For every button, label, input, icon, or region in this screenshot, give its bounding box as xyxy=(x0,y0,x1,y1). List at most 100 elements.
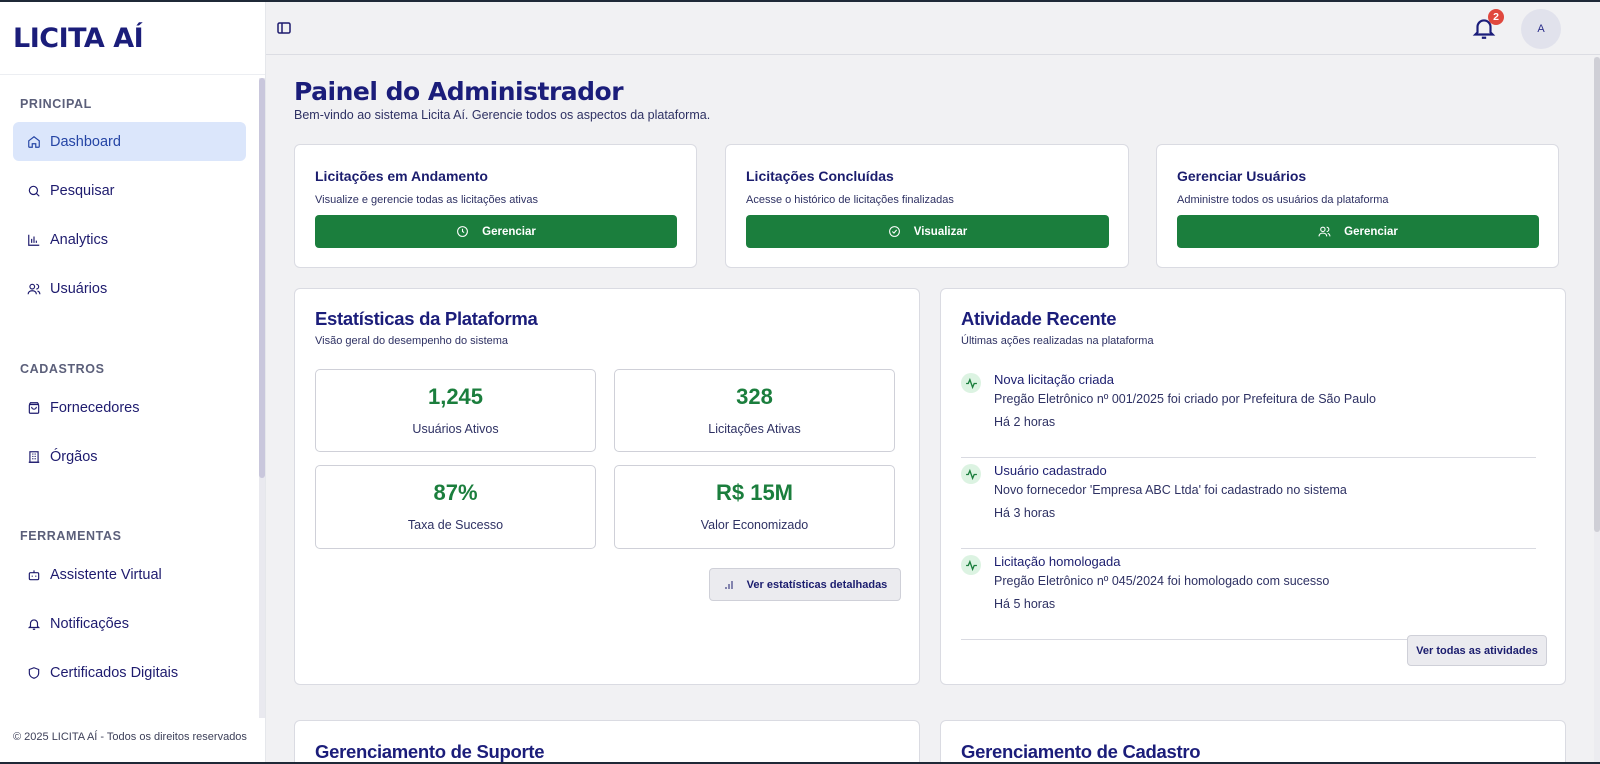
gerenciar-usuarios-button[interactable]: Gerenciar xyxy=(1177,215,1539,248)
support-panel: Gerenciamento de Suporte xyxy=(294,720,920,762)
activity-title: Usuário cadastrado xyxy=(994,463,1107,478)
sidebar-item-certificados[interactable]: Certificados Digitais xyxy=(13,653,246,692)
bar-chart-icon xyxy=(725,580,733,589)
sidebar: LICITA AÍ PRINCIPAL Dashboard Pesquisar … xyxy=(0,2,266,762)
view-all-activities-button[interactable]: Ver todas as atividades xyxy=(1407,635,1547,666)
stat-label: Valor Economizado xyxy=(700,518,809,532)
activity-title: Nova licitação criada xyxy=(994,372,1114,387)
detailed-stats-button[interactable]: Ver estatísticas detalhadas xyxy=(709,568,901,601)
activity-panel: Atividade Recente Últimas ações realizad… xyxy=(940,288,1566,685)
sidebar-item-analytics[interactable]: Analytics xyxy=(13,220,246,259)
activity-description: Pregão Eletrônico nº 001/2025 foi criado… xyxy=(994,392,1376,406)
check-circle-icon xyxy=(888,226,900,237)
activity-time: Há 2 horas xyxy=(994,415,1056,429)
button-label: Gerenciar xyxy=(1344,225,1398,238)
sidebar-item-fornecedores[interactable]: Fornecedores xyxy=(13,388,246,427)
stats-subtitle: Visão geral do desempenho do sistema xyxy=(315,335,509,347)
stat-label: Licitações Ativas xyxy=(708,422,801,436)
sidebar-item-label: Assistente Virtual xyxy=(50,566,162,583)
bot-icon xyxy=(27,568,41,582)
stat-usuarios-ativos: 1,245 Usuários Ativos xyxy=(315,369,596,452)
stat-value: R$ 15M xyxy=(715,480,794,505)
page-title: Painel do Administrador xyxy=(294,77,624,106)
registry-title: Gerenciamento de Cadastro xyxy=(961,741,1201,762)
activity-title: Licitação homologada xyxy=(994,554,1121,569)
scrollbar-thumb[interactable] xyxy=(1594,57,1600,532)
sidebar-item-dashboard[interactable]: Dashboard xyxy=(13,122,246,161)
section-title-cadastros: CADASTROS xyxy=(20,362,105,376)
bell-icon xyxy=(27,617,41,631)
sidebar-item-orgaos[interactable]: Órgãos xyxy=(13,437,246,476)
copyright: © 2025 LICITA AÍ - Todos os direitos res… xyxy=(13,731,247,743)
app-window: LICITA AÍ PRINCIPAL Dashboard Pesquisar … xyxy=(0,2,1600,762)
button-label: Ver estatísticas detalhadas xyxy=(746,578,888,591)
quick-card-andamento: Licitações em Andamento Visualize e gere… xyxy=(294,144,697,268)
activity-item: Nova licitação criada Pregão Eletrônico … xyxy=(961,369,1536,458)
stats-panel: Estatísticas da Plataforma Visão geral d… xyxy=(294,288,920,685)
gerenciar-licitacoes-button[interactable]: Gerenciar xyxy=(315,215,677,248)
page-scrollbar[interactable] xyxy=(1594,57,1600,762)
stat-licitacoes-ativas: 328 Licitações Ativas xyxy=(614,369,895,452)
activity-pulse-icon xyxy=(961,373,981,393)
activity-item: Usuário cadastrado Novo fornecedor 'Empr… xyxy=(961,460,1536,549)
card-title: Licitações em Andamento xyxy=(315,168,488,184)
stat-taxa-sucesso: 87% Taxa de Sucesso xyxy=(315,465,596,549)
stat-valor-economizado: R$ 15M Valor Economizado xyxy=(614,465,895,549)
activity-subtitle: Últimas ações realizadas na plataforma xyxy=(961,335,1154,347)
brand-logo[interactable]: LICITA AÍ xyxy=(0,2,265,75)
scrollbar-thumb[interactable] xyxy=(259,78,265,478)
stat-value: 1,245 xyxy=(427,384,484,409)
sidebar-item-label: Usuários xyxy=(50,280,108,297)
activity-time: Há 3 horas xyxy=(994,506,1056,520)
notification-badge: 2 xyxy=(1488,9,1504,25)
stat-label: Usuários Ativos xyxy=(412,422,499,436)
sidebar-item-label: Notificações xyxy=(50,615,129,632)
support-title: Gerenciamento de Suporte xyxy=(315,741,545,762)
shopping-bag-icon xyxy=(27,401,41,415)
card-description: Visualize e gerencie todas as licitações… xyxy=(315,194,538,206)
users-icon xyxy=(27,282,41,296)
visualizar-button[interactable]: Visualizar xyxy=(746,215,1109,248)
users-icon xyxy=(1318,226,1331,237)
activity-item: Licitação homologada Pregão Eletrônico n… xyxy=(961,551,1536,640)
sidebar-item-label: Dashboard xyxy=(50,133,121,150)
sidebar-item-label: Pesquisar xyxy=(50,182,115,199)
quick-card-concluidas: Licitações Concluídas Acesse o histórico… xyxy=(725,144,1129,268)
button-label: Ver todas as atividades xyxy=(1416,644,1538,657)
button-label: Visualizar xyxy=(913,225,968,238)
card-description: Acesse o histórico de licitações finaliz… xyxy=(746,194,954,206)
stat-label: Taxa de Sucesso xyxy=(407,518,504,532)
activity-description: Novo fornecedor 'Empresa ABC Ltda' foi c… xyxy=(994,483,1347,497)
sidebar-item-usuarios[interactable]: Usuários xyxy=(13,269,246,308)
sidebar-item-pesquisar[interactable]: Pesquisar xyxy=(13,171,246,210)
shield-icon xyxy=(27,666,41,680)
sidebar-scrollbar[interactable] xyxy=(259,78,265,718)
section-title-ferramentas: FERRAMENTAS xyxy=(20,529,122,543)
card-description: Administre todos os usuários da platafor… xyxy=(1177,194,1389,206)
button-label: Gerenciar xyxy=(482,225,536,238)
activity-description: Pregão Eletrônico nº 045/2024 foi homolo… xyxy=(994,574,1330,588)
sidebar-item-label: Órgãos xyxy=(50,448,98,465)
activity-pulse-icon xyxy=(961,464,981,484)
sidebar-item-label: Certificados Digitais xyxy=(50,664,179,681)
sidebar-item-notificacoes[interactable]: Notificações xyxy=(13,604,246,643)
building-icon xyxy=(27,450,41,464)
home-icon xyxy=(27,135,41,149)
search-icon xyxy=(27,184,41,198)
main-content: Painel do Administrador Bem-vindo ao sis… xyxy=(266,55,1594,762)
card-title: Gerenciar Usuários xyxy=(1177,168,1307,184)
activity-pulse-icon xyxy=(961,555,981,575)
stat-value: 328 xyxy=(736,384,773,409)
quick-card-usuarios: Gerenciar Usuários Administre todos os u… xyxy=(1156,144,1559,268)
sidebar-item-label: Analytics xyxy=(50,231,109,248)
sidebar-toggle-icon[interactable] xyxy=(276,20,292,36)
activity-title: Atividade Recente xyxy=(961,308,1117,329)
avatar[interactable]: A xyxy=(1521,9,1561,49)
section-title-principal: PRINCIPAL xyxy=(20,97,92,111)
stats-title: Estatísticas da Plataforma xyxy=(315,308,538,329)
card-title: Licitações Concluídas xyxy=(746,168,894,184)
bar-chart-icon xyxy=(27,233,41,247)
topbar: 2 A xyxy=(266,2,1600,55)
sidebar-item-assistente-virtual[interactable]: Assistente Virtual xyxy=(13,555,246,594)
activity-time: Há 5 horas xyxy=(994,597,1056,611)
